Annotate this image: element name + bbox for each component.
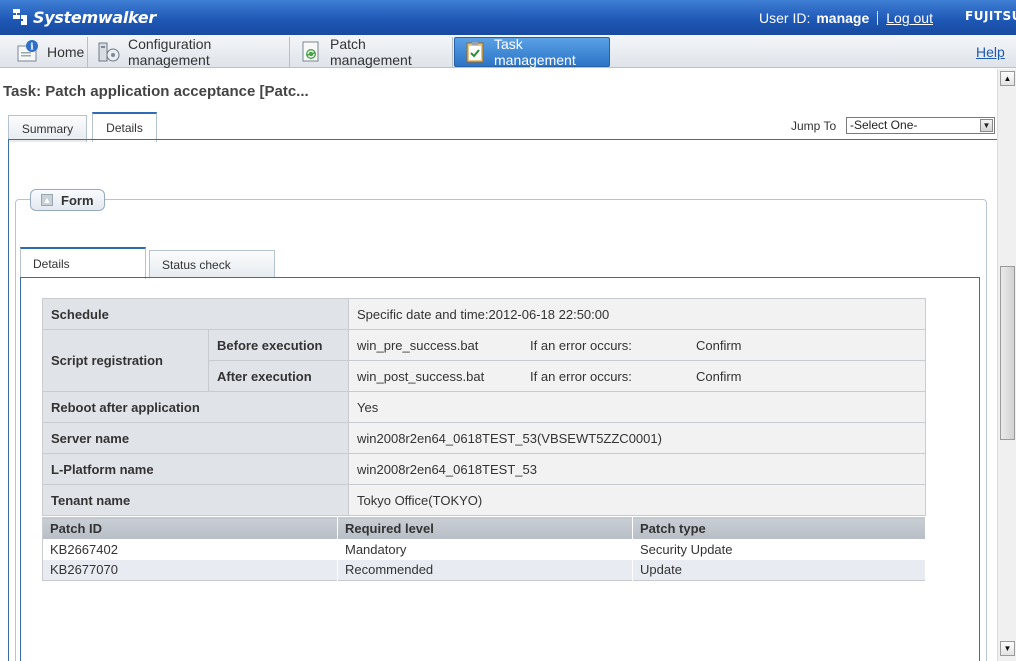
table-row: Script registration Before execution win… bbox=[42, 329, 926, 392]
nav-configuration-management[interactable]: Configuration management bbox=[89, 36, 290, 68]
tab-summary[interactable]: Summary bbox=[8, 115, 87, 142]
after-error-value: Confirm bbox=[696, 368, 742, 384]
form-legend-label: Form bbox=[61, 192, 94, 208]
before-execution-value: win_pre_success.bat If an error occurs: Co… bbox=[348, 329, 926, 361]
schedule-label: Schedule bbox=[42, 298, 349, 330]
task-clipboard-icon bbox=[463, 40, 487, 64]
table-row[interactable]: KB2677070 Recommended Update bbox=[42, 559, 926, 581]
form-toggle-button[interactable]: ▲ Form bbox=[30, 189, 105, 211]
vertical-scrollbar[interactable]: ▲ ▼ bbox=[997, 69, 1016, 661]
patch-type-cell: Update bbox=[632, 559, 926, 581]
nav-patch-label: Patch management bbox=[330, 36, 412, 68]
jump-to-select[interactable]: -Select One- ▼ bbox=[846, 117, 995, 134]
tenant-name-value: Tokyo Office(TOKYO) bbox=[348, 484, 926, 516]
table-row: Reboot after application Yes bbox=[42, 391, 926, 423]
table-row: Server name win2008r2en64_0618TEST_53(VB… bbox=[42, 422, 926, 454]
scroll-down-icon[interactable]: ▼ bbox=[1000, 641, 1015, 656]
brand-logo: Systemwalker bbox=[10, 6, 156, 28]
nav-task-management[interactable]: Task management bbox=[454, 36, 610, 68]
table-row: Tenant name Tokyo Office(TOKYO) bbox=[42, 484, 926, 516]
schedule-value: Specific date and time:2012-06-18 22:50:… bbox=[348, 298, 926, 330]
script-registration-label: Script registration bbox=[42, 329, 209, 392]
server-name-value: win2008r2en64_0618TEST_53(VBSEWT5ZZC0001… bbox=[348, 422, 926, 454]
tab-status-check-label: Status check bbox=[162, 257, 231, 272]
top-header-bar: Systemwalker User ID: manage Log out FUJ… bbox=[0, 0, 1016, 35]
reboot-value: Yes bbox=[348, 391, 926, 423]
brand-name: Systemwalker bbox=[33, 7, 156, 27]
reboot-label: Reboot after application bbox=[42, 391, 349, 423]
tab-form-details[interactable]: Details bbox=[20, 247, 146, 279]
lplatform-name-label: L-Platform name bbox=[42, 453, 349, 485]
svg-text:i: i bbox=[30, 43, 34, 53]
patch-id-cell: KB2667402 bbox=[42, 538, 338, 560]
col-patch-type[interactable]: Patch type bbox=[632, 517, 926, 539]
scroll-up-icon[interactable]: ▲ bbox=[1000, 71, 1015, 86]
page-title: Task: Patch application acceptance [Patc… bbox=[3, 83, 309, 100]
table-row: Schedule Specific date and time:2012-06-… bbox=[42, 298, 926, 330]
nav-home-label: Home bbox=[47, 44, 85, 60]
details-table: Schedule Specific date and time:2012-06-… bbox=[42, 298, 926, 516]
table-row[interactable]: KB2667402 Mandatory Security Update bbox=[42, 538, 926, 560]
server-name-label: Server name bbox=[42, 422, 349, 454]
configuration-icon bbox=[97, 40, 121, 64]
required-level-cell: Recommended bbox=[337, 559, 633, 581]
user-info: User ID: manage Log out bbox=[759, 10, 933, 26]
logout-link[interactable]: Log out bbox=[886, 10, 933, 26]
tab-details-label: Details bbox=[106, 121, 143, 135]
tab-status-check[interactable]: Status check bbox=[149, 250, 275, 278]
patch-id-cell: KB2677070 bbox=[42, 559, 338, 581]
collapse-arrow-icon: ▲ bbox=[41, 194, 53, 206]
tab-details[interactable]: Details bbox=[92, 112, 157, 142]
user-name: manage bbox=[816, 10, 870, 26]
before-error-value: Confirm bbox=[696, 337, 742, 353]
col-patch-id[interactable]: Patch ID bbox=[42, 517, 338, 539]
patch-icon bbox=[299, 40, 323, 64]
nav-patch-management[interactable]: Patch management bbox=[291, 36, 453, 68]
before-error-label: If an error occurs: bbox=[530, 337, 632, 353]
tab-summary-label: Summary bbox=[21, 122, 74, 136]
tenant-name-label: Tenant name bbox=[42, 484, 349, 516]
required-level-cell: Mandatory bbox=[337, 538, 633, 560]
systemwalker-logo-icon bbox=[10, 7, 30, 27]
nav-configuration-label: Configuration management bbox=[128, 36, 212, 68]
patch-type-cell: Security Update bbox=[632, 538, 926, 560]
jump-to-label: Jump To bbox=[791, 119, 837, 133]
divider bbox=[877, 11, 879, 25]
dropdown-arrow-icon[interactable]: ▼ bbox=[980, 119, 993, 132]
after-error-label: If an error occurs: bbox=[530, 368, 632, 384]
help-link[interactable]: Help bbox=[976, 44, 1005, 60]
nav-task-label: Task management bbox=[494, 36, 576, 68]
table-row: L-Platform name win2008r2en64_0618TEST_5… bbox=[42, 453, 926, 485]
scroll-thumb[interactable] bbox=[1000, 266, 1015, 440]
patch-list-table: Patch ID Required level Patch type KB266… bbox=[42, 517, 926, 581]
after-execution-label: After execution bbox=[208, 360, 349, 392]
home-info-icon: i bbox=[16, 40, 40, 64]
jump-to-selected: -Select One- bbox=[850, 118, 918, 132]
tab-form-details-label: Details bbox=[33, 257, 70, 271]
before-execution-label: Before execution bbox=[208, 329, 349, 361]
patch-table-header: Patch ID Required level Patch type bbox=[42, 517, 926, 539]
before-script-name: win_pre_success.bat bbox=[357, 337, 479, 353]
content-area: Task: Patch application acceptance [Patc… bbox=[0, 69, 997, 661]
nav-home[interactable]: i Home bbox=[8, 37, 88, 67]
after-execution-value: win_post_success.bat If an error occurs: C… bbox=[348, 360, 926, 392]
user-id-label: User ID: bbox=[759, 10, 811, 26]
lplatform-name-value: win2008r2en64_0618TEST_53 bbox=[348, 453, 926, 485]
vendor-logo: FUJITSU bbox=[965, 9, 1016, 23]
main-nav-bar: i Home Configuration management Patch ma… bbox=[0, 35, 1016, 68]
col-required-level[interactable]: Required level bbox=[337, 517, 633, 539]
after-script-name: win_post_success.bat bbox=[357, 368, 485, 384]
